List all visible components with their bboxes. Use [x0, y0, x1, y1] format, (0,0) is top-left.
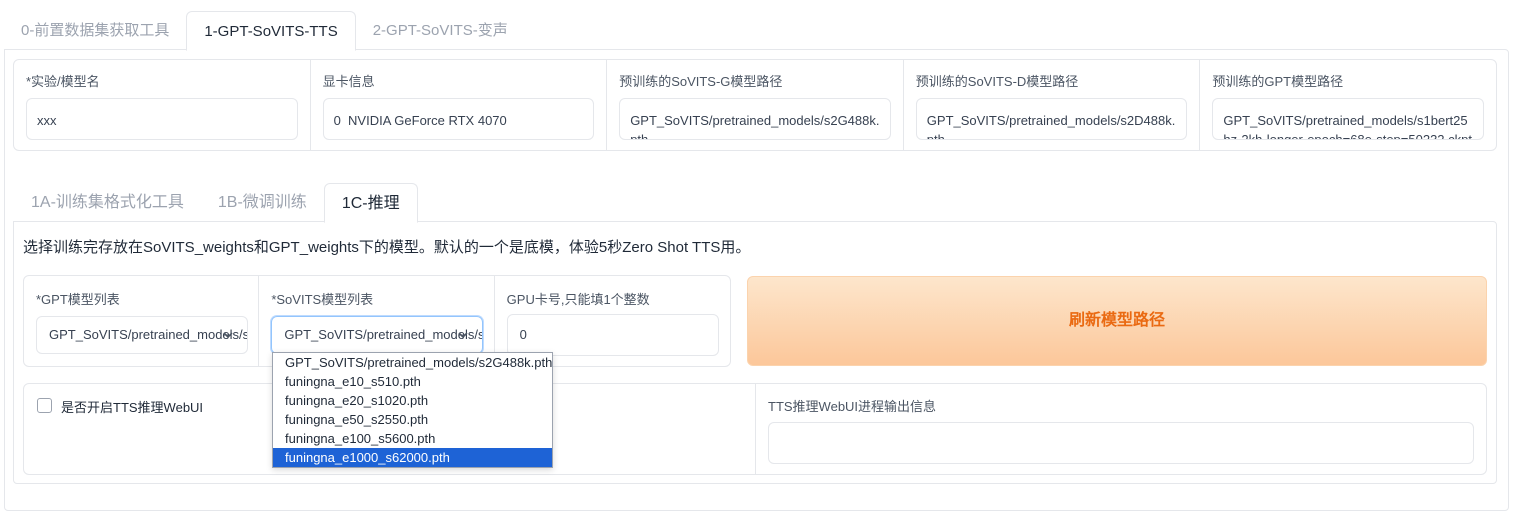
- gpt-model-label: *GPT模型列表: [36, 292, 120, 307]
- chevron-down-icon: [458, 332, 468, 339]
- chevron-down-icon: [223, 332, 233, 339]
- tts-webui-checkbox-label[interactable]: 是否开启TTS推理WebUI: [61, 397, 203, 416]
- gpu-number-input[interactable]: 0: [506, 314, 719, 356]
- tab-inference[interactable]: 1C-推理: [323, 183, 418, 223]
- dropdown-option[interactable]: funingna_e20_s1020.pth: [273, 391, 552, 410]
- experiment-info-row: *实验/模型名 xxx 显卡信息 0 NVIDIA GeForce RTX 40…: [13, 59, 1497, 151]
- refresh-model-path-button[interactable]: 刷新模型路径: [747, 276, 1487, 366]
- inference-description: 选择训练完存放在SoVITS_weights和GPT_weights下的模型。默…: [23, 239, 751, 256]
- tts-webui-row: 是否开启TTS推理WebUI TTS推理WebUI进程输出信息: [23, 383, 1487, 475]
- gpu-info-label: 显卡信息: [322, 74, 375, 89]
- tab-voice-change[interactable]: 2-GPT-SoVITS-变声: [356, 11, 525, 50]
- gpt-model-block: *GPT模型列表 GPT_SoVITS/pretrained_models/s1…: [24, 276, 260, 366]
- sovits-model-value: GPT_SoVITS/pretrained_models/s2G488k.pth: [284, 327, 484, 342]
- dropdown-option[interactable]: GPT_SoVITS/pretrained_models/s2G488k.pth: [273, 353, 552, 372]
- dropdown-option[interactable]: funingna_e50_s2550.pth: [273, 410, 552, 429]
- gpt-model-select[interactable]: GPT_SoVITS/pretrained_models/s1bert25hz: [36, 316, 248, 354]
- tab-dataset-tools[interactable]: 0-前置数据集获取工具: [4, 11, 186, 50]
- gpt-pretrained-block: 预训练的GPT模型路径 GPT_SoVITS/pretrained_models…: [1200, 60, 1496, 150]
- tts-output-label: TTS推理WebUI进程输出信息: [768, 399, 937, 414]
- experiment-name-input[interactable]: xxx: [26, 98, 298, 140]
- tab-dataset-format[interactable]: 1A-训练集格式化工具: [14, 183, 201, 222]
- sovits-d-label: 预训练的SoVITS-D模型路径: [915, 74, 1079, 89]
- tts-webui-checkbox[interactable]: [37, 398, 52, 413]
- tab-finetune[interactable]: 1B-微调训练: [201, 183, 324, 222]
- gpt-pretrained-path-input[interactable]: GPT_SoVITS/pretrained_models/s1bert25hz-…: [1212, 98, 1484, 140]
- gpu-info-block: 显卡信息 0 NVIDIA GeForce RTX 4070: [311, 60, 608, 150]
- tab-gpt-sovits-tts[interactable]: 1-GPT-SoVITS-TTS: [186, 11, 356, 51]
- sovits-model-select[interactable]: GPT_SoVITS/pretrained_models/s2G488k.pth: [271, 316, 484, 354]
- sovits-g-path-input[interactable]: GPT_SoVITS/pretrained_models/s2G488k.pth: [619, 98, 891, 140]
- sovits-d-path-input[interactable]: GPT_SoVITS/pretrained_models/s2D488k.pth: [915, 98, 1188, 140]
- gpu-number-label: GPU卡号,只能填1个整数: [506, 292, 650, 307]
- sovits-model-label: *SoVITS模型列表: [271, 292, 374, 307]
- sovits-g-label: 预训练的SoVITS-G模型路径: [619, 74, 783, 89]
- gpt-model-value: GPT_SoVITS/pretrained_models/s1bert25hz: [49, 327, 247, 342]
- top-tab-bar: 0-前置数据集获取工具 1-GPT-SoVITS-TTS 2-GPT-SoVIT…: [4, 11, 525, 51]
- dropdown-option[interactable]: funingna_e10_s510.pth: [273, 372, 552, 391]
- dropdown-option-highlighted[interactable]: funingna_e1000_s62000.pth: [273, 448, 552, 467]
- tts-output-textbox[interactable]: [768, 422, 1474, 464]
- experiment-name-block: *实验/模型名 xxx: [14, 60, 311, 150]
- sovits-model-dropdown-list: GPT_SoVITS/pretrained_models/s2G488k.pth…: [272, 352, 553, 468]
- sub-tab-bar: 1A-训练集格式化工具 1B-微调训练 1C-推理: [14, 183, 418, 223]
- sovits-d-block: 预训练的SoVITS-D模型路径 GPT_SoVITS/pretrained_m…: [904, 60, 1201, 150]
- gpt-pretrained-label: 预训练的GPT模型路径: [1212, 74, 1344, 89]
- sovits-g-block: 预训练的SoVITS-G模型路径 GPT_SoVITS/pretrained_m…: [607, 60, 904, 150]
- experiment-name-label: *实验/模型名: [26, 74, 100, 89]
- gpu-info-field[interactable]: 0 NVIDIA GeForce RTX 4070: [322, 98, 595, 140]
- divider: [755, 384, 756, 474]
- dropdown-option[interactable]: funingna_e100_s5600.pth: [273, 429, 552, 448]
